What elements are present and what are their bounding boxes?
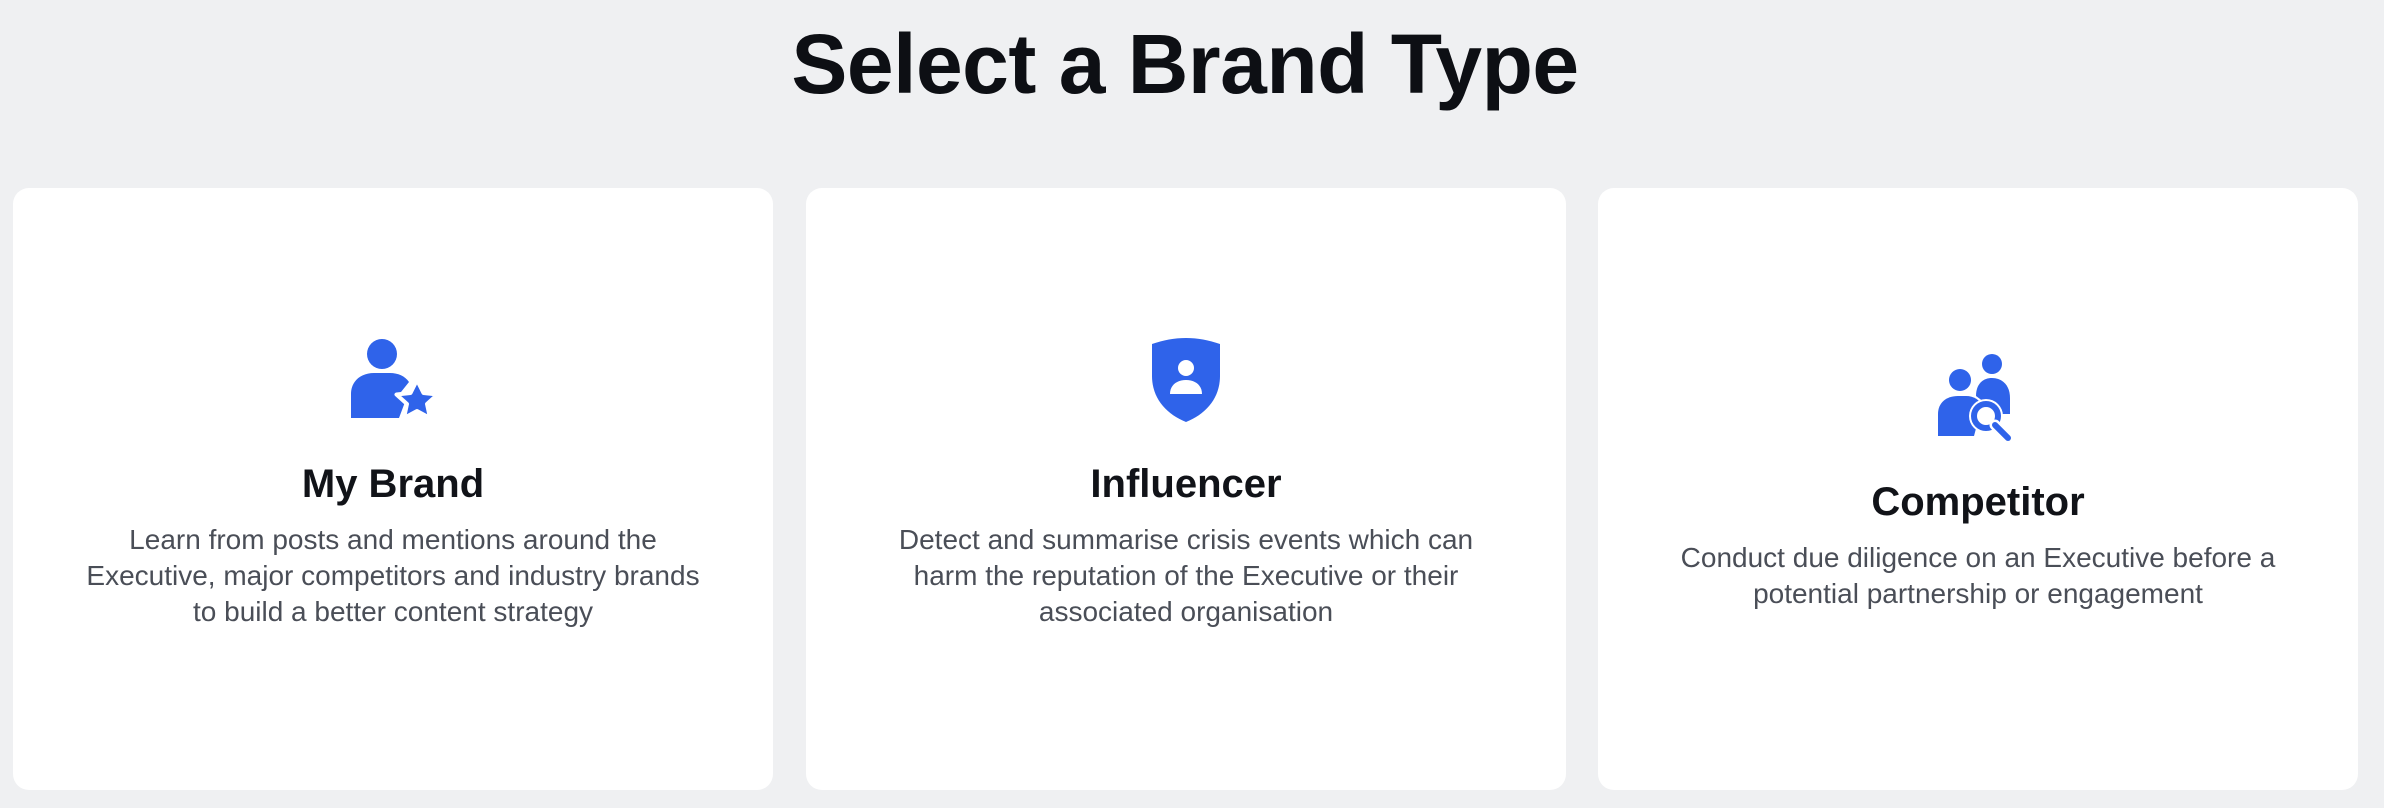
card-description: Conduct due diligence on an Executive be… <box>1680 542 2276 609</box>
card-title: Competitor <box>1871 480 2085 524</box>
brand-type-card-influencer[interactable]: Influencer Detect and summarise crisis e… <box>806 188 1566 790</box>
people-search-icon <box>1598 354 2358 450</box>
card-title: My Brand <box>301 462 485 506</box>
card-content: Influencer Detect and summarise crisis e… <box>806 336 1566 630</box>
card-content: Competitor Conduct due diligence on an E… <box>1598 354 2358 612</box>
card-description: Detect and summarise crisis events which… <box>898 524 1474 627</box>
card-content: My Brand Learn from posts and mentions a… <box>13 336 773 630</box>
card-title: Influencer <box>1090 462 1282 506</box>
person-star-icon <box>13 336 773 432</box>
page-title: Select a Brand Type <box>791 17 1579 111</box>
shield-person-icon <box>806 336 1566 432</box>
brand-type-card-competitor[interactable]: Competitor Conduct due diligence on an E… <box>1598 188 2358 790</box>
brand-type-card-my-brand[interactable]: My Brand Learn from posts and mentions a… <box>13 188 773 790</box>
card-description: Learn from posts and mentions around the… <box>86 524 700 627</box>
